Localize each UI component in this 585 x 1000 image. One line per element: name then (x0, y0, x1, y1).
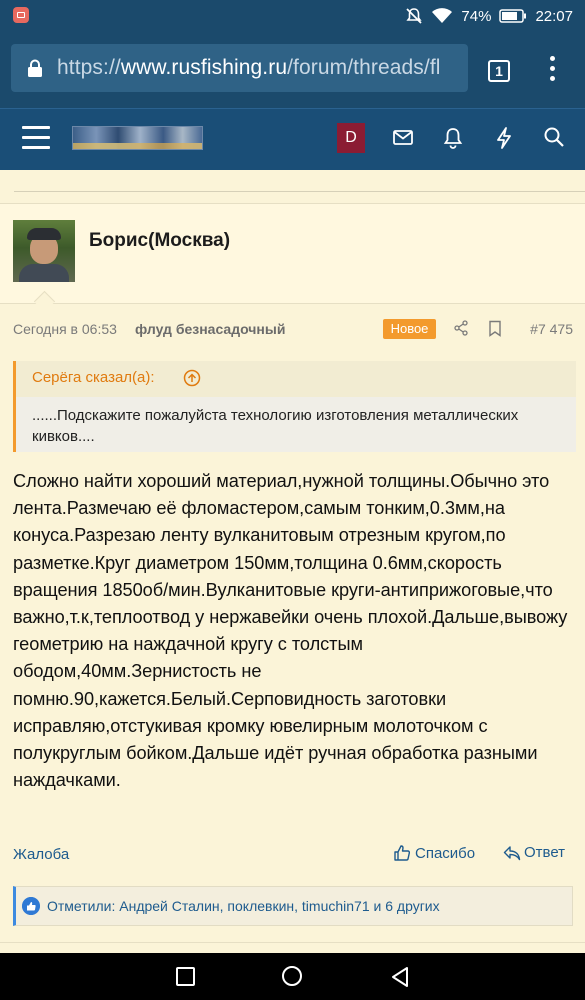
quote-block: Серёга сказал(а): ......Подскажите пожал… (13, 361, 576, 452)
post-date[interactable]: Сегодня в 06:53 (13, 321, 117, 337)
arrow-up-circle-icon[interactable] (183, 369, 201, 387)
reply-icon (503, 845, 521, 860)
recent-apps-icon[interactable] (176, 967, 195, 986)
bolt-icon[interactable] (494, 126, 514, 150)
lock-icon (28, 59, 42, 77)
reply-button[interactable]: Ответ (503, 844, 565, 861)
system-nav-bar (0, 953, 585, 1000)
browser-menu-icon[interactable] (549, 56, 555, 86)
thumbs-up-icon (394, 845, 411, 861)
inbox-icon[interactable] (392, 126, 414, 148)
battery-icon (499, 9, 527, 23)
divider (0, 170, 585, 197)
bell-icon[interactable] (442, 126, 464, 150)
author-name[interactable]: Борис(Москва) (89, 230, 230, 252)
post-user-panel: Борис(Москва) (0, 203, 585, 304)
like-button[interactable]: Спасибо (393, 844, 475, 862)
status-indicators: 74% 22:07 (405, 6, 573, 26)
reactions-bar[interactable]: Отметили: Андрей Сталин, поклевкин, timu… (13, 886, 573, 926)
forum-post: Борис(Москва) Сегодня в 06:53 флуд безна… (0, 197, 585, 950)
post-prefix: флуд безнасадочный (135, 321, 286, 337)
url-host: www.rusfishing.ru (120, 56, 288, 79)
quote-text: ......Подскажите пожалуйста технологию и… (32, 407, 519, 445)
quote-header: Серёга сказал(а): (16, 361, 576, 397)
quote-author[interactable]: Серёга сказал(а): (32, 369, 155, 386)
back-icon[interactable] (390, 966, 410, 988)
notification-app-icon (13, 7, 29, 23)
clock: 22:07 (535, 7, 573, 25)
hamburger-menu-icon[interactable] (22, 126, 50, 150)
site-header: D (0, 108, 585, 171)
tab-switcher-button[interactable]: 1 (488, 60, 510, 82)
post-message: Сложно найти хороший материал,нужной тол… (13, 471, 568, 791)
url-scheme: https:// (57, 56, 121, 79)
bookmark-icon[interactable] (488, 320, 502, 337)
author-avatar[interactable] (13, 220, 75, 282)
post-number[interactable]: #7 475 (530, 321, 573, 337)
home-icon[interactable] (282, 966, 302, 986)
reply-label: Ответ (524, 844, 566, 861)
report-link[interactable]: Жалоба (13, 846, 69, 863)
browser-toolbar: https://www.rusfishing.ru/forum/threads/… (0, 32, 585, 108)
url-field[interactable]: https://www.rusfishing.ru/forum/threads/… (11, 44, 468, 92)
quote-body: ......Подскажите пожалуйста технологию и… (16, 397, 576, 452)
mute-icon (406, 8, 423, 24)
share-icon[interactable] (453, 320, 469, 336)
status-bar: 74% 22:07 (0, 0, 585, 32)
wifi-icon (432, 8, 453, 23)
new-badge: Новое (383, 319, 436, 339)
battery-percent: 74% (461, 7, 492, 25)
post-meta: Сегодня в 06:53 флуд безнасадочный Новое… (13, 319, 573, 341)
reactions-text[interactable]: Отметили: Андрей Сталин, поклевкин, timu… (47, 898, 440, 914)
like-label: Спасибо (415, 844, 476, 862)
site-logo[interactable] (72, 126, 203, 150)
search-icon[interactable] (543, 126, 565, 148)
post-actions: Жалоба Спасибо Ответ (13, 844, 573, 870)
like-reaction-icon (22, 897, 40, 915)
user-avatar[interactable]: D (337, 123, 365, 153)
url-path: /forum/threads/fl (287, 56, 441, 79)
url-text: https://www.rusfishing.ru/forum/threads/… (57, 56, 441, 80)
